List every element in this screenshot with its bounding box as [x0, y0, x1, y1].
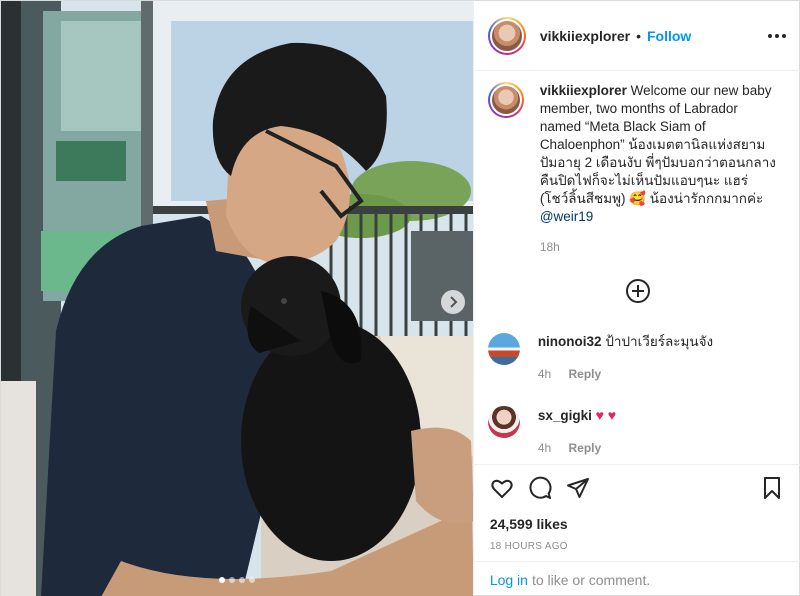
- reply-button[interactable]: Reply: [569, 441, 602, 455]
- login-prompt-text: to like or comment.: [531, 571, 651, 588]
- caption-username[interactable]: vikkiiexplorer: [540, 83, 627, 98]
- author-avatar[interactable]: [487, 16, 526, 55]
- photo-scene: [1, 1, 473, 596]
- post-caption: vikkiiexplorer Welcome our new baby memb…: [487, 82, 788, 256]
- comment-age: 4h: [537, 367, 552, 381]
- post-photo[interactable]: [1, 1, 473, 596]
- carousel-dots: [1, 577, 473, 583]
- likes-count[interactable]: 24,599 likes: [490, 516, 568, 532]
- carousel-dot: [218, 577, 225, 583]
- like-button[interactable]: [490, 476, 514, 500]
- caption-mention[interactable]: @weir19: [540, 209, 593, 224]
- follow-button[interactable]: Follow: [647, 28, 691, 44]
- plus-circle-icon: [625, 279, 650, 303]
- comment-meta: 4h Reply: [538, 365, 713, 383]
- comment-item: ninonoi32 ป้าปาเวียร์ละมุนจัง 4h Reply: [487, 333, 788, 383]
- heart-icon: [491, 479, 513, 498]
- carousel-dot: [248, 577, 255, 583]
- caption-body: vikkiiexplorer Welcome our new baby memb…: [540, 82, 780, 256]
- chevron-right-icon: [450, 296, 458, 308]
- caption-text: Welcome our new baby member, two months …: [539, 83, 776, 206]
- more-options-icon[interactable]: [767, 27, 787, 45]
- comment-username[interactable]: ninonoi32: [538, 334, 602, 349]
- comments-list[interactable]: vikkiiexplorer Welcome our new baby memb…: [474, 72, 800, 464]
- author-username[interactable]: vikkiiexplorer: [540, 28, 630, 44]
- post-header: vikkiiexplorer • Follow: [473, 1, 800, 71]
- send-icon: [566, 478, 589, 498]
- share-button[interactable]: [566, 476, 590, 500]
- comment-button[interactable]: [528, 476, 552, 500]
- commenter-avatar[interactable]: [487, 406, 520, 438]
- carousel-dot: [228, 577, 235, 583]
- action-bar: [473, 464, 800, 508]
- login-prompt: Log in to like or comment.: [473, 561, 800, 596]
- next-photo-button[interactable]: [441, 290, 465, 314]
- comment-text: ♥ ♥: [595, 407, 617, 423]
- post-dialog: vikkiiexplorer • Follow vikkiiexplorer W…: [0, 0, 800, 596]
- comment-username[interactable]: sx_gigki: [538, 408, 592, 423]
- comment-body: sx_gigki ♥ ♥ 4h Reply: [538, 406, 616, 457]
- comment-body: ninonoi32 ป้าปาเวียร์ละมุนจัง 4h Reply: [538, 333, 713, 383]
- comment-age: 4h: [537, 441, 552, 455]
- post-time: 18 HOURS AGO: [489, 541, 568, 552]
- header-separator: •: [636, 27, 641, 44]
- login-link[interactable]: Log in: [490, 572, 528, 588]
- carousel-dot: [238, 577, 245, 583]
- bookmark-icon: [763, 477, 780, 499]
- caption-age: 18h: [539, 240, 560, 254]
- comment-icon: [529, 476, 552, 499]
- reply-button[interactable]: Reply: [569, 367, 602, 381]
- save-button[interactable]: [760, 476, 784, 500]
- commenter-avatar[interactable]: [487, 333, 520, 365]
- comment-item: sx_gigki ♥ ♥ 4h Reply: [487, 406, 788, 457]
- caption-avatar[interactable]: [487, 82, 524, 118]
- comment-text: ป้าปาเวียร์ละมุนจัง: [605, 334, 714, 349]
- post-side-panel: vikkiiexplorer • Follow vikkiiexplorer W…: [472, 1, 800, 596]
- load-more-comments-button[interactable]: [625, 278, 651, 304]
- comment-meta: 4h Reply: [538, 439, 616, 457]
